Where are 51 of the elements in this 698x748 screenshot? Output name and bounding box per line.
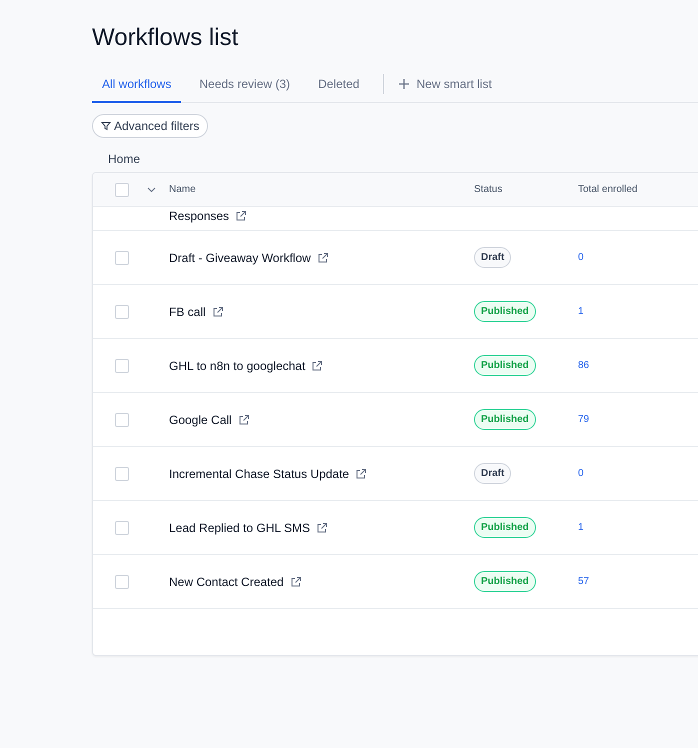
- plus-icon: [398, 78, 410, 90]
- external-link-icon[interactable]: [235, 210, 248, 222]
- tab[interactable]: All workflows: [92, 66, 182, 102]
- status-badge: Published: [474, 409, 536, 430]
- workflow-name[interactable]: Lead Replied to GHL SMS: [169, 520, 310, 534]
- column-header: Status: [474, 184, 504, 195]
- workflow-name[interactable]: Google Call: [169, 412, 232, 426]
- workflow-name[interactable]: Responses: [169, 208, 230, 222]
- enrolled-count[interactable]: 0: [578, 468, 698, 479]
- status-badge: Published: [474, 517, 536, 538]
- workflow-name[interactable]: Draft - Giveaway Workflow: [169, 250, 311, 264]
- row-checkbox[interactable]: [115, 358, 129, 372]
- enrolled-count[interactable]: 86: [578, 360, 698, 371]
- external-link-icon[interactable]: [290, 576, 302, 588]
- enrolled-count[interactable]: 1: [578, 522, 698, 533]
- enrolled-count[interactable]: 1: [578, 306, 698, 317]
- row-checkbox[interactable]: [115, 466, 129, 480]
- workflow-name[interactable]: GHL to n8n to googlechat: [169, 358, 306, 372]
- enrolled-count[interactable]: 57: [578, 576, 698, 587]
- folder-breadcrumb[interactable]: Home: [108, 152, 698, 166]
- external-link-icon[interactable]: [316, 522, 328, 534]
- status-badge: Published: [474, 355, 536, 376]
- workflow-name[interactable]: New Contact Created: [169, 574, 284, 588]
- tab[interactable]: Deleted: [308, 66, 370, 102]
- enrolled-count[interactable]: 79: [578, 414, 698, 425]
- row-checkbox[interactable]: [115, 574, 129, 588]
- enrolled-count[interactable]: 0: [578, 252, 698, 263]
- advanced-filters-button[interactable]: Advanced filters: [92, 114, 208, 138]
- column-header: Total enrolled: [578, 184, 638, 195]
- page-title: Workflows list: [92, 24, 240, 52]
- external-link-icon[interactable]: [316, 252, 329, 264]
- filter-icon: [101, 121, 111, 131]
- status-badge: Draft: [474, 463, 512, 484]
- column-header: Name: [169, 184, 197, 195]
- workflow-name[interactable]: FB call: [169, 304, 206, 318]
- external-link-icon[interactable]: [238, 414, 250, 426]
- row-checkbox[interactable]: [115, 304, 129, 318]
- status-badge: Draft: [474, 247, 512, 268]
- new-smart-list-button[interactable]: New smart list: [392, 77, 498, 91]
- workflow-name[interactable]: Incremental Chase Status Update: [169, 466, 350, 480]
- external-link-icon[interactable]: [355, 468, 368, 480]
- tab[interactable]: Needs review (3): [189, 66, 300, 102]
- status-badge: Published: [474, 301, 536, 322]
- row-checkbox[interactable]: [115, 250, 129, 264]
- chevron-down-icon[interactable]: [147, 186, 156, 192]
- external-link-icon[interactable]: [311, 360, 324, 372]
- select-all-checkbox[interactable]: [115, 182, 129, 196]
- row-checkbox[interactable]: [115, 412, 129, 426]
- external-link-icon[interactable]: [212, 306, 224, 318]
- status-badge: Published: [474, 571, 536, 592]
- row-checkbox[interactable]: [115, 520, 129, 534]
